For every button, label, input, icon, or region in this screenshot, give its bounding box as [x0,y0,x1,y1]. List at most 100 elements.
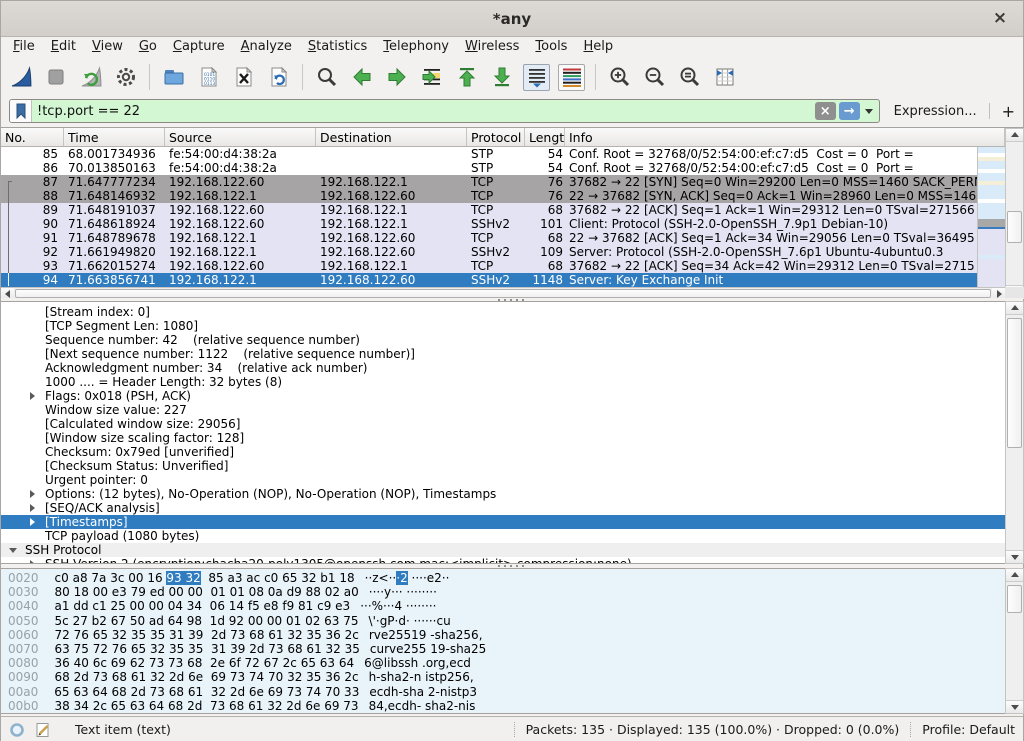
column-header-source[interactable]: Source [165,128,316,146]
packet-row[interactable]: 8871.648146932192.168.122.1192.168.122.6… [1,189,977,203]
scroll-up-button[interactable] [1006,569,1023,582]
details-vertical-scrollbar[interactable] [1005,301,1024,564]
find-packet-icon[interactable] [313,64,340,91]
detail-line[interactable]: 1000 .... = Header Length: 32 bytes (8) [1,375,1005,389]
detail-line[interactable]: Options: (12 bytes), No-Operation (NOP),… [1,487,1005,501]
detail-line[interactable]: [Timestamps] [1,515,1005,529]
bytes-vertical-scrollbar[interactable] [1005,568,1024,714]
filter-bookmark-icon[interactable] [10,100,32,122]
menu-view[interactable]: View [84,37,131,59]
intelligent-scrollbar-minimap[interactable] [977,147,1005,287]
next-packet-icon[interactable] [383,64,410,91]
filter-clear-button[interactable]: × [815,102,836,120]
detail-line[interactable]: [TCP Segment Len: 1080] [1,319,1005,333]
hex-row[interactable]: 0020c0 a8 7a 3c 00 16 93 32 85 a3 ac c0 … [1,571,1024,585]
first-packet-icon[interactable] [453,64,480,91]
detail-line[interactable]: Sequence number: 42 (relative sequence n… [1,333,1005,347]
expand-icon[interactable] [30,518,35,526]
packet-row[interactable]: 9071.648618924192.168.122.60192.168.122.… [1,217,977,231]
detail-line[interactable]: Window size value: 227 [1,403,1005,417]
close-file-icon[interactable] [230,64,257,91]
resize-columns-icon[interactable] [711,64,738,91]
hex-row[interactable]: 007063 75 72 76 65 32 35 35 31 39 2d 73 … [1,642,1024,656]
expand-icon[interactable] [30,392,35,400]
menu-help[interactable]: Help [575,37,621,59]
restart-capture-icon[interactable] [77,64,104,91]
packet-row[interactable]: 8971.648191037192.168.122.60192.168.122.… [1,203,977,217]
scrollbar-thumb[interactable] [1007,585,1022,613]
auto-scroll-icon[interactable] [523,64,550,91]
hex-row[interactable]: 008036 40 6c 69 62 73 73 68 2e 6f 72 67 … [1,656,1024,670]
reload-file-icon[interactable] [265,64,292,91]
menu-capture[interactable]: Capture [165,37,233,59]
stop-capture-icon[interactable] [42,64,69,91]
packet-row[interactable]: 9371.662015274192.168.122.60192.168.122.… [1,259,977,273]
add-filter-button[interactable]: + [1002,102,1015,121]
start-capture-fin-icon[interactable] [7,64,34,91]
packet-row[interactable]: 8670.013850163fe:54:00:d4:38:2aSTP54Conf… [1,161,977,175]
zoom-reset-icon[interactable] [676,64,703,91]
detail-line[interactable]: [Checksum Status: Unverified] [1,459,1005,473]
detail-line[interactable]: Flags: 0x018 (PSH, ACK) [1,389,1005,403]
packet-row[interactable]: 9271.661949820192.168.122.1192.168.122.6… [1,245,977,259]
packet-row[interactable]: 9471.663856741192.168.122.1192.168.122.6… [1,273,977,287]
go-to-packet-icon[interactable] [418,64,445,91]
detail-line[interactable]: Acknowledgment number: 34 (relative ack … [1,361,1005,375]
filter-dropdown-icon[interactable] [865,109,873,114]
capture-options-gear-icon[interactable] [112,64,139,91]
column-header-info[interactable]: Info [565,128,1005,146]
detail-line[interactable]: [Stream index: 0] [1,305,1005,319]
detail-line[interactable]: [SEQ/ACK analysis] [1,501,1005,515]
expand-icon[interactable] [30,504,35,512]
menu-telephony[interactable]: Telephony [375,37,457,59]
scroll-up-button[interactable] [1006,129,1023,142]
previous-packet-icon[interactable] [348,64,375,91]
detail-line[interactable]: [Next sequence number: 1122 (relative se… [1,347,1005,361]
profile-button[interactable]: Profile: Default [922,722,1015,737]
hex-row[interactable]: 0040a1 dd c1 25 00 00 04 34 06 14 f5 e8 … [1,599,1024,613]
column-header-length[interactable]: Length [525,128,565,146]
detail-line[interactable]: Checksum: 0x79ed [unverified] [1,445,1005,459]
collapse-icon[interactable] [9,548,17,553]
column-header-no[interactable]: No. [1,128,64,146]
scroll-up-button[interactable] [1006,302,1023,315]
save-file-icon[interactable]: 010101100113 [195,64,222,91]
detail-line[interactable]: SSH Version 2 (encryption:chacha20-poly1… [1,557,1005,564]
scroll-down-button[interactable] [1006,550,1023,563]
menu-analyze[interactable]: Analyze [233,37,300,59]
hex-row[interactable]: 00505c 27 b2 67 50 ad 64 98 1d 92 00 00 … [1,614,1024,628]
packet-row[interactable]: 8568.001734936fe:54:00:d4:38:2aSTP54Conf… [1,147,977,161]
zoom-out-icon[interactable] [641,64,668,91]
scrollbar-thumb[interactable] [1007,318,1022,448]
menu-edit[interactable]: Edit [43,37,84,59]
menu-file[interactable]: File [5,37,43,59]
column-header-protocol[interactable]: Protocol [467,128,525,146]
hex-row[interactable]: 00b038 34 2c 65 63 64 68 2d 73 68 61 32 … [1,699,1024,713]
capture-comment-icon[interactable] [35,722,51,738]
detail-line[interactable]: TCP payload (1080 bytes) [1,529,1005,543]
last-packet-icon[interactable] [488,64,515,91]
zoom-in-icon[interactable] [606,64,633,91]
hex-row[interactable]: 006072 76 65 32 35 35 31 39 2d 73 68 61 … [1,628,1024,642]
colorize-icon[interactable] [558,64,585,91]
menu-wireless[interactable]: Wireless [457,37,527,59]
scrollbar-thumb[interactable] [1007,211,1022,243]
expert-info-icon[interactable] [9,722,25,738]
menu-go[interactable]: Go [131,37,165,59]
expression-button[interactable]: Expression... [894,104,977,119]
hex-row[interactable]: 003080 18 00 e3 79 ed 00 00 01 01 08 0a … [1,585,1024,599]
menu-tools[interactable]: Tools [527,37,575,59]
hex-row[interactable]: 00a065 63 64 68 2d 73 68 61 32 2d 6e 69 … [1,685,1024,699]
packet-row[interactable]: 9171.648789678192.168.122.1192.168.122.6… [1,231,977,245]
detail-line[interactable]: [Calculated window size: 29056] [1,417,1005,431]
packet-row[interactable]: 8771.647777234192.168.122.60192.168.122.… [1,175,977,189]
detail-line[interactable]: SSH Protocol [1,543,1005,557]
scrollbar-thumb[interactable] [15,289,991,298]
close-window-button[interactable]: × [989,7,1011,29]
column-header-destination[interactable]: Destination [316,128,467,146]
scroll-down-button[interactable] [1006,700,1023,713]
expand-icon[interactable] [30,490,35,498]
filter-apply-button[interactable]: → [839,102,860,120]
menu-statistics[interactable]: Statistics [300,37,375,59]
packet-list-vertical-scrollbar[interactable] [1005,128,1024,299]
